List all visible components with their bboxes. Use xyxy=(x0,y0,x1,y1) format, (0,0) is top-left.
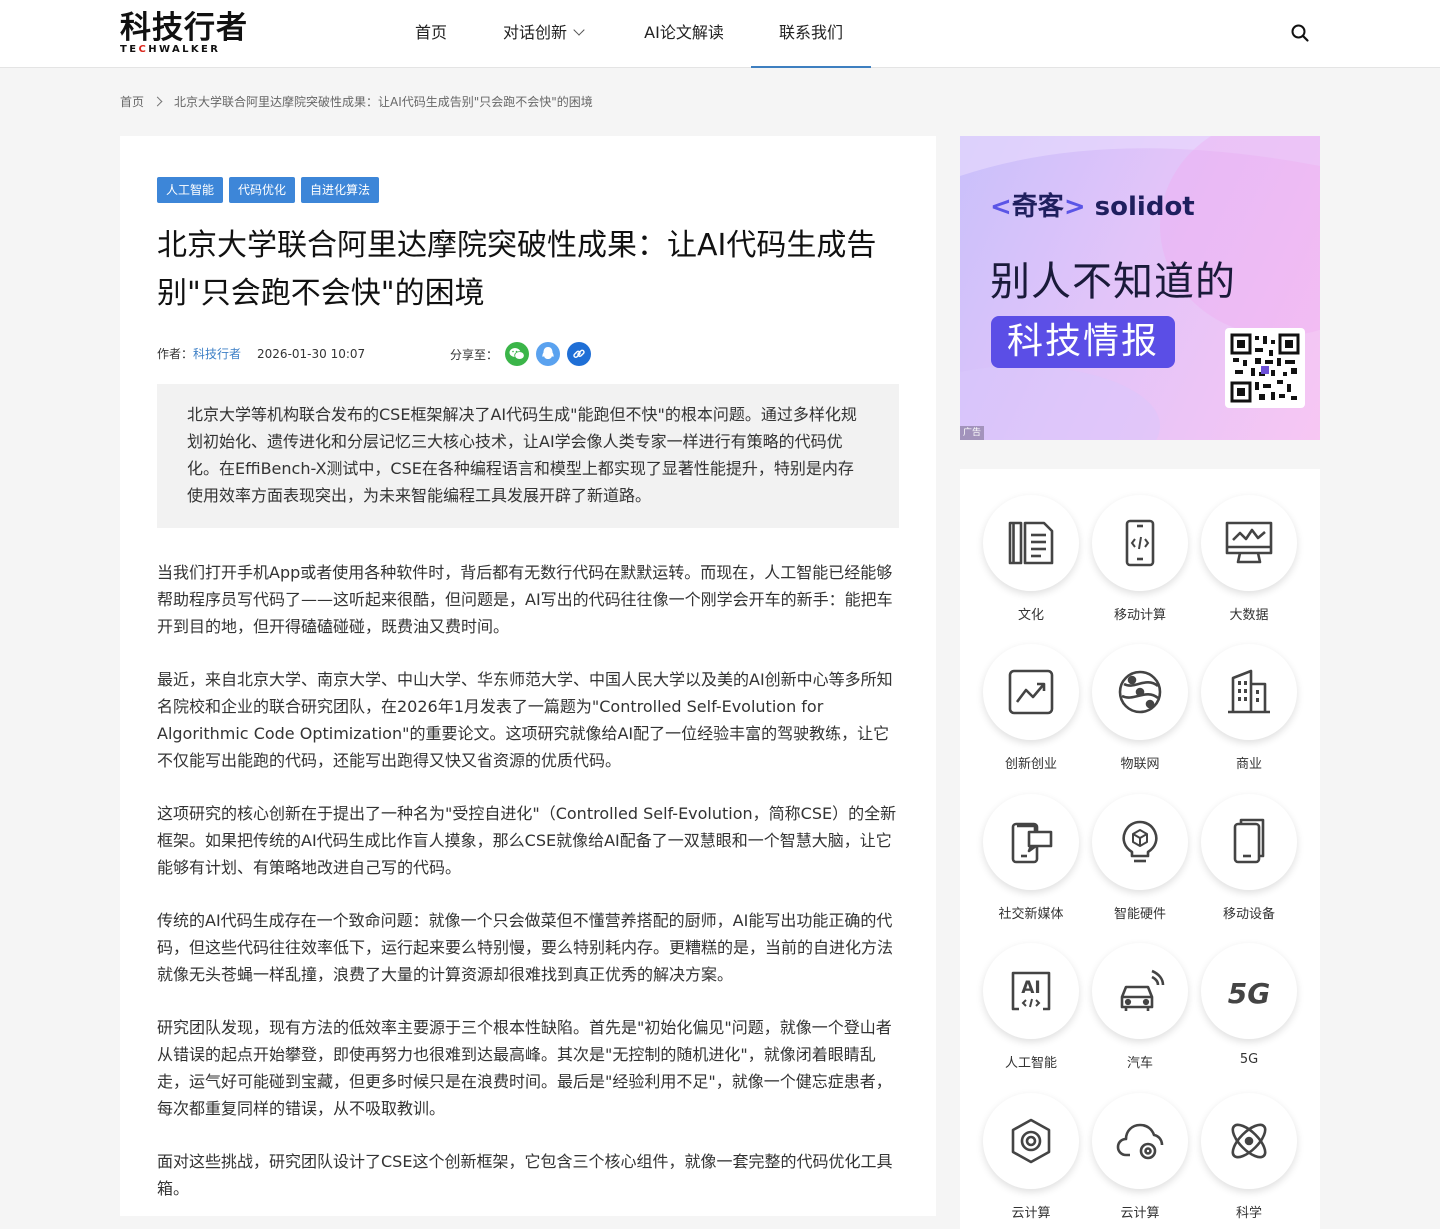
phone-code-icon xyxy=(1125,519,1155,567)
lightbulb-cube-icon xyxy=(1122,820,1158,863)
cloud-gear-icon xyxy=(1116,1123,1164,1160)
svg-text:5G: 5G xyxy=(1228,977,1270,1010)
article-title: 北京大学联合阿里达摩院突破性成果：让AI代码生成告别"只会跑不会快"的困境 xyxy=(157,228,877,311)
category-smart-hardware[interactable]: 智能硬件 xyxy=(1092,794,1188,922)
category-science[interactable]: 科学 xyxy=(1201,1093,1297,1221)
breadcrumb-current: 北京大学联合阿里达摩院突破性成果：让AI代码生成告别"只会跑不会快"的困境 xyxy=(174,95,593,109)
author-link[interactable]: 科技行者 xyxy=(193,347,241,361)
share-label: 分享至： xyxy=(450,347,499,362)
nav-dialog-innovation[interactable]: 对话创新 xyxy=(503,0,593,68)
article-summary: 北京大学等机构联合发布的CSE框架解决了AI代码生成"能跑但不快"的根本问题。通… xyxy=(157,384,899,528)
tag[interactable]: 自进化算法 xyxy=(301,177,380,203)
site-header: 科技行者 TECHWALKER 首页 对话创新 AI论文解读 联系我们 xyxy=(0,0,1440,68)
paragraph: 面对这些挑战，研究团队设计了CSE这个创新框架，它包含三个核心组件，就像一套完整… xyxy=(157,1152,893,1198)
breadcrumb: 首页 北京大学联合阿里达摩院突破性成果：让AI代码生成告别"只会跑不会快"的困境 xyxy=(120,93,593,110)
nav-contact[interactable]: 联系我们 xyxy=(751,0,871,68)
ad-banner[interactable]: <奇客> solidot 别人不知道的 科技情报 广告 xyxy=(960,136,1320,440)
paragraph: 这项研究的核心创新在于提出了一种名为"受控自进化"（Controlled Sel… xyxy=(157,804,897,877)
nav-ai-paper[interactable]: AI论文解读 xyxy=(644,0,724,68)
category-business[interactable]: 商业 xyxy=(1201,644,1297,772)
category-iot[interactable]: 物联网 xyxy=(1092,644,1188,772)
paragraph: 研究团队发现，现有方法的低效率主要源于三个根本性缺陷。首先是"初始化偏见"问题，… xyxy=(157,1018,892,1118)
link-icon[interactable] xyxy=(567,342,592,366)
atom-icon xyxy=(1231,1123,1267,1159)
svg-text:AI: AI xyxy=(1021,978,1040,998)
author-label: 作者： xyxy=(157,347,194,361)
car-icon xyxy=(1120,969,1165,1011)
ai-chip-icon: AI xyxy=(1011,971,1051,1011)
nav-home[interactable]: 首页 xyxy=(415,0,447,68)
category-social-media[interactable]: 社交新媒体 xyxy=(983,794,1079,922)
ad-label: 广告 xyxy=(960,426,985,440)
ad-brand: <奇客> solidot xyxy=(990,192,1195,222)
site-logo[interactable]: 科技行者 TECHWALKER xyxy=(120,11,260,57)
qr-code-icon xyxy=(1225,328,1305,408)
trend-chart-icon xyxy=(1008,669,1054,715)
category-5g[interactable]: 5G 5G xyxy=(1201,943,1297,1067)
tag[interactable]: 代码优化 xyxy=(229,177,296,203)
paragraph: 传统的AI代码生成存在一个致命问题：就像一个只会做菜但不懂营养搭配的厨师，AI能… xyxy=(157,911,894,984)
search-icon[interactable] xyxy=(1290,23,1310,43)
category-cloud-a[interactable]: 云计算 xyxy=(983,1093,1079,1221)
globe-network-icon xyxy=(1118,670,1162,714)
article-tags: 人工智能 代码优化 自进化算法 xyxy=(157,177,385,203)
category-grid: 文化 移动计算 大数据 创新创业 物联网 商业 社交新媒体 智能硬件 移动设备 … xyxy=(960,469,1320,1229)
5g-icon: 5G xyxy=(1228,977,1270,1010)
breadcrumb-home[interactable]: 首页 xyxy=(120,95,144,109)
category-culture[interactable]: 文化 xyxy=(983,495,1079,623)
chevron-right-icon xyxy=(152,96,163,107)
category-mobile-devices[interactable]: 移动设备 xyxy=(1201,794,1297,922)
category-big-data[interactable]: 大数据 xyxy=(1201,495,1297,623)
paragraph: 当我们打开手机App或者使用各种软件时，背后都有无数行代码在默默运转。而现在，人… xyxy=(157,563,893,636)
mobile-device-icon xyxy=(1233,818,1265,864)
share-bar: 分享至： xyxy=(450,342,592,366)
category-innovation[interactable]: 创新创业 xyxy=(983,644,1079,772)
category-ai[interactable]: AI 人工智能 xyxy=(983,943,1079,1071)
wechat-icon[interactable] xyxy=(505,342,530,366)
article-body: 当我们打开手机App或者使用各种软件时，背后都有无数行代码在默默运转。而现在，人… xyxy=(157,559,899,1228)
tag[interactable]: 人工智能 xyxy=(157,177,224,203)
logo-english: TECHWALKER xyxy=(120,44,221,55)
article-meta: 作者：科技行者 2026-01-30 10:07 xyxy=(157,345,365,362)
social-media-icon xyxy=(1011,822,1053,864)
logo-chinese: 科技行者 xyxy=(120,10,248,46)
book-icon xyxy=(1008,521,1054,565)
ad-headline: 别人不知道的 xyxy=(990,259,1236,305)
article-card: 人工智能 代码优化 自进化算法 北京大学联合阿里达摩院突破性成果：让AI代码生成告别… xyxy=(120,136,936,1216)
gear-hexagon-icon xyxy=(1011,1118,1051,1164)
chevron-down-icon xyxy=(573,24,585,36)
category-mobile-computing[interactable]: 移动计算 xyxy=(1092,495,1188,623)
paragraph: 最近，来自北京大学、南京大学、中山大学、华东师范大学、中国人民大学以及美的AI创… xyxy=(157,670,893,770)
ad-pill: 科技情报 xyxy=(991,316,1176,368)
building-icon xyxy=(1228,669,1270,714)
monitor-chart-icon xyxy=(1225,521,1273,564)
publish-date: 2026-01-30 10:07 xyxy=(257,347,366,361)
qq-icon[interactable] xyxy=(536,342,561,366)
category-auto[interactable]: 汽车 xyxy=(1092,943,1188,1071)
category-cloud-b[interactable]: 云计算 xyxy=(1092,1093,1188,1221)
